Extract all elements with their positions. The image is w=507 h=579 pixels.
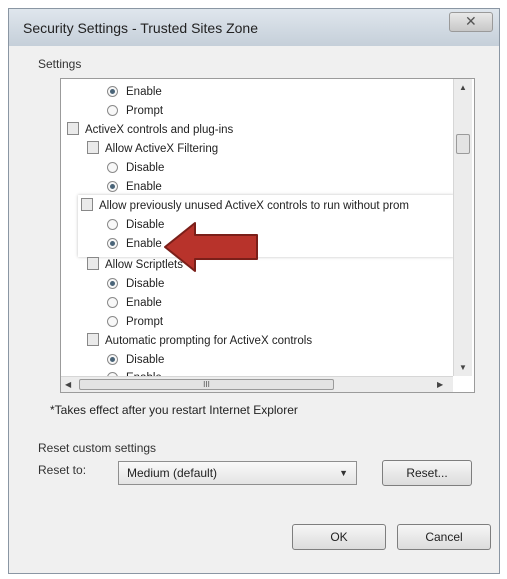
reset-level-select[interactable]: Medium (default) ▼	[118, 461, 357, 485]
grip-icon: III	[203, 380, 210, 389]
ok-button[interactable]: OK	[292, 524, 386, 550]
list-item[interactable]: Enable	[107, 178, 162, 197]
setting-label: Automatic prompting for ActiveX controls	[105, 335, 313, 347]
option-label: Enable	[126, 181, 162, 193]
radio-button[interactable]	[107, 105, 118, 116]
reset-level-value: Medium (default)	[127, 466, 218, 480]
list-item[interactable]: Enable	[107, 235, 162, 254]
cancel-button[interactable]: Cancel	[397, 524, 491, 550]
option-label: Disable	[126, 219, 165, 231]
radio-button[interactable]	[107, 316, 118, 327]
list-item[interactable]: Disable	[107, 351, 164, 370]
close-button[interactable]: ✕	[449, 12, 493, 32]
radio-button[interactable]	[107, 278, 118, 289]
list-item[interactable]: Prompt	[107, 313, 163, 332]
option-label: Disable	[126, 354, 165, 366]
setting-label: Allow ActiveX Filtering	[105, 143, 219, 155]
list-item[interactable]: Allow previously unused ActiveX controls…	[81, 197, 409, 216]
reset-button[interactable]: Reset...	[382, 460, 472, 486]
setting-label: Allow previously unused ActiveX controls…	[99, 200, 410, 212]
list-item[interactable]: Disable	[107, 216, 164, 235]
list-item[interactable]: Disable	[107, 159, 164, 178]
restart-note: *Takes effect after you restart Internet…	[50, 403, 298, 417]
option-label: Prompt	[126, 105, 164, 117]
radio-button[interactable]	[107, 297, 118, 308]
reset-to-label: Reset to:	[38, 463, 87, 477]
list-item[interactable]: ActiveX controls and plug-ins	[67, 121, 233, 140]
category-icon	[67, 122, 79, 135]
list-item[interactable]: Enable	[107, 294, 162, 313]
title-bar: Security Settings - Trusted Sites Zone ✕	[8, 8, 500, 46]
radio-button[interactable]	[107, 219, 118, 230]
list-item[interactable]: Enable	[107, 83, 162, 102]
setting-icon	[81, 198, 93, 211]
settings-list[interactable]: Enable Prompt ActiveX controls and plug-…	[60, 78, 475, 393]
vertical-scrollbar[interactable]: ▲ ▼	[453, 79, 472, 376]
horizontal-scroll-thumb[interactable]: III	[79, 379, 334, 390]
close-icon: ✕	[465, 13, 477, 29]
option-label: Enable	[126, 238, 162, 250]
settings-group-label: Settings	[38, 57, 82, 71]
radio-button[interactable]	[107, 162, 118, 173]
option-label: Disable	[126, 162, 165, 174]
scroll-left-icon[interactable]: ◀	[65, 380, 71, 389]
window-title: Security Settings - Trusted Sites Zone	[23, 20, 258, 36]
setting-icon	[87, 141, 99, 154]
option-label: Disable	[126, 278, 165, 290]
list-item[interactable]: Allow ActiveX Filtering	[87, 140, 218, 159]
option-label: Enable	[126, 297, 162, 309]
scroll-down-icon[interactable]: ▼	[459, 363, 467, 372]
annotation-arrow-icon	[164, 222, 258, 272]
option-label: Enable	[126, 86, 162, 98]
radio-button[interactable]	[107, 86, 118, 97]
reset-group-label: Reset custom settings	[38, 441, 157, 455]
list-item[interactable]: Disable	[107, 275, 164, 294]
category-label: ActiveX controls and plug-ins	[85, 124, 234, 136]
radio-button[interactable]	[107, 354, 118, 365]
radio-button[interactable]	[107, 238, 118, 249]
scroll-right-icon[interactable]: ▶	[437, 380, 443, 389]
chevron-down-icon: ▼	[339, 468, 348, 478]
list-item[interactable]: Automatic prompting for ActiveX controls	[87, 332, 312, 351]
radio-button[interactable]	[107, 181, 118, 192]
horizontal-scrollbar[interactable]: ◀ III ▶	[61, 376, 453, 392]
option-label: Prompt	[126, 316, 164, 328]
setting-icon	[87, 257, 99, 270]
list-item[interactable]: Prompt	[107, 102, 163, 121]
setting-icon	[87, 333, 99, 346]
vertical-scroll-thumb[interactable]	[456, 134, 470, 154]
scroll-up-icon[interactable]: ▲	[459, 83, 467, 92]
